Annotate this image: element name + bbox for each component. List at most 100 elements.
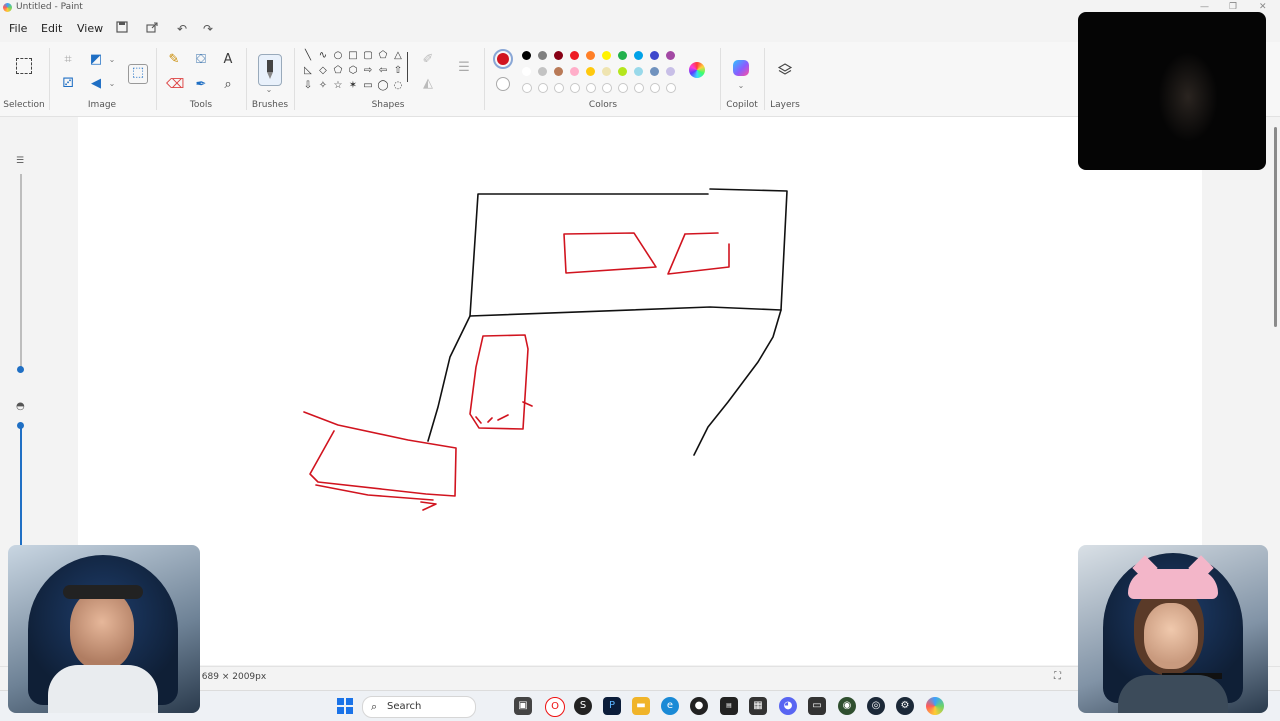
palette-swatch[interactable] <box>522 51 531 60</box>
palette-swatch[interactable] <box>634 67 643 76</box>
palette-swatch[interactable] <box>618 51 627 60</box>
pencil-icon[interactable]: ✎ <box>166 52 182 68</box>
app-s-icon[interactable]: S <box>574 697 592 715</box>
palette-swatch[interactable] <box>650 51 659 60</box>
opera-icon[interactable]: O <box>545 697 565 717</box>
outline-icon[interactable]: ✐ <box>420 52 436 68</box>
stream-app-icon[interactable]: ▤ <box>720 697 738 715</box>
fill-icon[interactable]: ⛋ <box>193 52 209 68</box>
close-icon[interactable]: ✕ <box>1259 2 1267 12</box>
chevron-down-icon[interactable]: ⌄ <box>261 82 277 98</box>
palette-swatch[interactable] <box>586 51 595 60</box>
taskbar-search[interactable]: ⌕ Search <box>362 696 476 718</box>
palette-swatch[interactable] <box>554 67 563 76</box>
palette-swatch[interactable] <box>618 67 627 76</box>
callout-rect-shape-icon[interactable]: ▭ <box>362 80 374 92</box>
scrollbar-thumb[interactable] <box>1274 127 1277 327</box>
maximize-icon[interactable]: ❐ <box>1229 2 1237 12</box>
menu-file[interactable]: File <box>9 22 27 35</box>
custom-color-slot[interactable] <box>602 83 612 93</box>
custom-color-slot[interactable] <box>554 83 564 93</box>
task-view-icon[interactable]: ▣ <box>514 697 532 715</box>
triangle-shape-icon[interactable]: △ <box>392 50 404 62</box>
palette-swatch[interactable] <box>554 51 563 60</box>
edge-icon[interactable]: e <box>661 697 679 715</box>
custom-color-slot[interactable] <box>634 83 644 93</box>
file-explorer-icon[interactable]: ▬ <box>632 697 650 715</box>
palette-swatch[interactable] <box>570 51 579 60</box>
right-arrow-shape-icon[interactable]: ⇨ <box>362 65 374 77</box>
palette-swatch[interactable] <box>602 67 611 76</box>
polygon-shape-icon[interactable]: ⬠ <box>377 50 389 62</box>
custom-color-slot[interactable] <box>522 83 532 93</box>
hexagon-shape-icon[interactable]: ⬡ <box>347 65 359 77</box>
left-arrow-shape-icon[interactable]: ⇦ <box>377 65 389 77</box>
text-icon[interactable]: A <box>220 52 236 68</box>
custom-color-slot[interactable] <box>586 83 596 93</box>
share-icon[interactable] <box>144 21 160 37</box>
color-picker-icon[interactable]: ✒ <box>193 77 209 93</box>
six-point-star-shape-icon[interactable]: ✶ <box>347 80 359 92</box>
diamond-shape-icon[interactable]: ◇ <box>317 65 329 77</box>
custom-color-slot[interactable] <box>538 83 548 93</box>
palette-swatch[interactable] <box>666 67 675 76</box>
undo-icon[interactable]: ↶ <box>174 21 190 37</box>
fit-screen-icon[interactable]: ⛶ <box>1054 671 1061 682</box>
rotate-icon[interactable]: ◀ <box>88 76 104 92</box>
size-slider-handle[interactable] <box>17 366 24 373</box>
selection-tool-icon[interactable] <box>16 58 32 74</box>
menu-view[interactable]: View <box>77 22 103 35</box>
palette-swatch[interactable] <box>570 67 579 76</box>
layers-icon[interactable] <box>777 62 793 78</box>
vertical-scrollbar[interactable] <box>1272 117 1280 665</box>
custom-color-slot[interactable] <box>650 83 660 93</box>
photoshop-icon[interactable]: P <box>603 697 621 715</box>
palette-swatch[interactable] <box>666 51 675 60</box>
chevron-down-icon[interactable]: ⌄ <box>733 78 749 94</box>
palette-swatch[interactable] <box>634 51 643 60</box>
palette-swatch[interactable] <box>602 51 611 60</box>
opacity-slider-handle[interactable] <box>17 422 24 429</box>
line-shape-icon[interactable]: ╲ <box>302 50 314 62</box>
start-icon[interactable] <box>337 698 353 714</box>
curve-shape-icon[interactable]: ∿ <box>317 50 329 62</box>
palette-swatch[interactable] <box>650 67 659 76</box>
discord-icon[interactable]: ◕ <box>779 697 797 715</box>
rounded-rectangle-shape-icon[interactable]: ▢ <box>362 50 374 62</box>
secondary-color-swatch[interactable] <box>496 77 510 91</box>
opacity-slider-track[interactable] <box>20 426 22 546</box>
four-point-star-shape-icon[interactable]: ✧ <box>317 80 329 92</box>
size-icon[interactable]: ☰ <box>456 60 472 76</box>
minimize-icon[interactable]: — <box>1200 2 1209 12</box>
app-round-icon[interactable]: ◎ <box>867 697 885 715</box>
callout-oval-shape-icon[interactable]: ◯ <box>377 80 389 92</box>
image-select-icon[interactable]: ⬚ <box>128 64 148 84</box>
up-arrow-shape-icon[interactable]: ⇧ <box>392 65 404 77</box>
chevron-down-icon[interactable]: ⌄ <box>104 76 120 92</box>
resize-icon[interactable]: ◩ <box>88 52 104 68</box>
crop-icon[interactable]: ⌗ <box>60 52 76 68</box>
shapes-scrollbar[interactable] <box>407 52 408 82</box>
steam-icon[interactable]: ⚙ <box>896 697 914 715</box>
primary-color-swatch[interactable] <box>493 49 513 69</box>
down-arrow-shape-icon[interactable]: ⇩ <box>302 80 314 92</box>
custom-color-slot[interactable] <box>666 83 676 93</box>
callout-cloud-shape-icon[interactable]: ◌ <box>392 80 404 92</box>
magnifier-icon[interactable]: ⌕ <box>220 77 236 93</box>
remove-background-icon[interactable]: ⚂ <box>60 76 76 92</box>
copilot-icon[interactable] <box>733 60 749 76</box>
shape-fill-icon[interactable]: ◭ <box>420 76 436 92</box>
palette-swatch[interactable] <box>522 67 531 76</box>
rectangle-shape-icon[interactable]: □ <box>347 50 359 62</box>
edit-colors-icon[interactable] <box>689 62 705 78</box>
palette-swatch[interactable] <box>538 67 547 76</box>
oval-shape-icon[interactable]: ○ <box>332 50 344 62</box>
custom-color-slot[interactable] <box>570 83 580 93</box>
right-triangle-shape-icon[interactable]: ◺ <box>302 65 314 77</box>
paint-taskbar-icon[interactable] <box>926 697 944 715</box>
size-slider-track[interactable] <box>20 174 22 369</box>
app-window-icon[interactable]: ▭ <box>808 697 826 715</box>
drawing-canvas[interactable] <box>78 117 1202 665</box>
eraser-icon[interactable]: ⌫ <box>166 77 184 93</box>
redo-icon[interactable]: ↷ <box>200 21 216 37</box>
